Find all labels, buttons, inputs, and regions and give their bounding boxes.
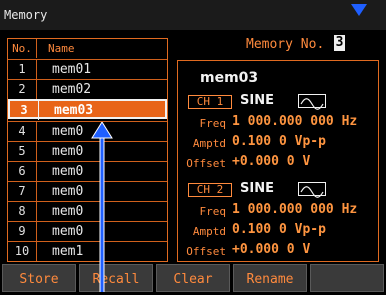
- ch2-waveform: SINE: [240, 181, 274, 196]
- title-bar: Memory: [0, 0, 386, 30]
- ch1-offset-label: Offset: [186, 157, 226, 170]
- list-item-name: mem1: [52, 244, 84, 259]
- sine-wave-icon: [298, 94, 326, 110]
- sine-wave-icon: [298, 182, 326, 198]
- ch2-freq-value: 1 000.000 000 Hz: [232, 202, 358, 217]
- list-item-no: 7: [8, 182, 37, 201]
- list-item-name: mem02: [52, 82, 92, 97]
- clear-button[interactable]: Clear: [156, 264, 230, 292]
- list-item-no: 3: [10, 101, 39, 120]
- ch2-offset-value: +0.000 0 V: [232, 242, 311, 257]
- list-header: No. Name: [8, 39, 167, 59]
- up-arrow-icon: [91, 122, 113, 292]
- list-item-name: mem0: [52, 144, 84, 159]
- detail-memory-name: mem03: [200, 70, 259, 86]
- page-title: Memory: [4, 8, 48, 22]
- down-arrow-icon: [351, 4, 367, 16]
- ch2-offset-label: Offset: [186, 245, 226, 258]
- rename-button[interactable]: Rename: [233, 264, 307, 292]
- ch1-freq-value: 1 000.000 000 Hz: [232, 114, 358, 129]
- ch2-freq-label: Freq: [199, 205, 227, 218]
- list-item-no: 6: [8, 162, 37, 181]
- list-item-name: mem0: [52, 184, 84, 199]
- list-item-name: mem0: [52, 164, 84, 179]
- ch2-label: CH 2: [188, 183, 232, 197]
- memory-no-value[interactable]: 3: [334, 35, 345, 51]
- ch1-amptd-label: Amptd: [192, 137, 226, 150]
- list-header-no: No.: [8, 39, 37, 58]
- list-item-no: 10: [8, 242, 37, 261]
- softkey-bar: Store Recall Clear Rename: [0, 264, 386, 292]
- list-item[interactable]: 1 mem01: [8, 59, 167, 79]
- list-item-selected[interactable]: 3 mem03: [8, 99, 167, 120]
- list-item-no: 2: [8, 80, 37, 99]
- ch1-amptd-value: 0.100 0 Vp-p: [232, 134, 326, 149]
- memory-no-label: Memory No.: [246, 37, 325, 52]
- ch1-freq-label: Freq: [199, 117, 227, 130]
- list-item-no: 8: [8, 202, 37, 221]
- ch1-offset-value: +0.000 0 V: [232, 154, 311, 169]
- ch1-label: CH 1: [188, 95, 232, 109]
- ch2-amptd-label: Amptd: [192, 225, 226, 238]
- list-item-name: mem03: [54, 103, 94, 118]
- store-button[interactable]: Store: [2, 264, 76, 292]
- list-header-name: Name: [48, 42, 75, 55]
- list-item-no: 1: [8, 60, 37, 79]
- softkey-5[interactable]: [310, 264, 384, 292]
- list-item-name: mem0: [52, 204, 84, 219]
- list-item[interactable]: 2 mem02: [8, 79, 167, 99]
- ch1-waveform: SINE: [240, 93, 274, 108]
- list-item-no: 5: [8, 142, 37, 161]
- list-item-name: mem0: [52, 224, 84, 239]
- list-item-no: 4: [8, 122, 37, 141]
- list-item-name: mem0: [52, 124, 84, 139]
- ch2-amptd-value: 0.100 0 Vp-p: [232, 222, 326, 237]
- memory-detail-panel: mem03 CH 1 SINE Freq 1 000.000 000 Hz Am…: [177, 60, 379, 262]
- list-item-no: 9: [8, 222, 37, 241]
- list-item-name: mem01: [52, 62, 92, 77]
